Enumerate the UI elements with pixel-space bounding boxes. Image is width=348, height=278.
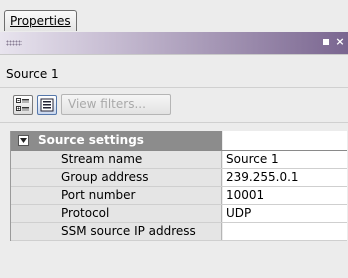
property-grid: Source settings Stream name Source 1 Gro… [10, 131, 347, 241]
categorized-view-icon [16, 98, 29, 111]
property-row-ssm-source-ip[interactable]: SSM source IP address [11, 223, 347, 241]
property-name: Stream name [11, 151, 222, 168]
drag-grip-icon[interactable] [6, 40, 22, 46]
triangle-down-icon [20, 138, 27, 143]
collapse-toggle[interactable] [18, 135, 29, 146]
panel-titlebar[interactable]: × [0, 32, 348, 55]
categorized-view-button[interactable] [13, 95, 33, 115]
properties-window: Properties × Source 1 View filters... So… [0, 0, 348, 278]
list-view-icon [40, 98, 54, 112]
section-header-source-settings[interactable]: Source settings [11, 131, 347, 151]
tab-strip: Properties [0, 0, 348, 33]
property-row-stream-name[interactable]: Stream name Source 1 [11, 151, 347, 169]
panel-title: Source 1 [6, 67, 59, 81]
panel-title-bar: Source 1 [0, 55, 348, 88]
property-row-protocol[interactable]: Protocol UDP [11, 205, 347, 223]
stream-name-value[interactable]: Source 1 [223, 151, 347, 168]
group-address-value[interactable]: 239.255.0.1 [223, 169, 347, 186]
ssm-source-ip-value[interactable] [223, 223, 347, 240]
property-row-group-address[interactable]: Group address 239.255.0.1 [11, 169, 347, 187]
protocol-value[interactable]: UDP [223, 205, 347, 222]
property-name: Port number [11, 187, 222, 204]
section-header-value [223, 131, 347, 150]
property-name: Protocol [11, 205, 222, 222]
view-filters-button[interactable]: View filters... [61, 94, 171, 115]
section-label: Source settings [38, 133, 144, 147]
property-grid-area: Source settings Stream name Source 1 Gro… [0, 123, 348, 278]
port-number-value[interactable]: 10001 [223, 187, 347, 204]
property-name: SSM source IP address [11, 223, 222, 240]
close-icon[interactable]: × [334, 36, 346, 48]
property-name: Group address [11, 169, 222, 186]
section-header-cell[interactable]: Source settings [11, 131, 222, 150]
toolbar: View filters... [0, 88, 348, 122]
list-view-button[interactable] [37, 95, 57, 115]
property-row-port-number[interactable]: Port number 10001 [11, 187, 347, 205]
restore-icon[interactable] [320, 36, 332, 48]
tab-properties[interactable]: Properties [4, 10, 77, 31]
